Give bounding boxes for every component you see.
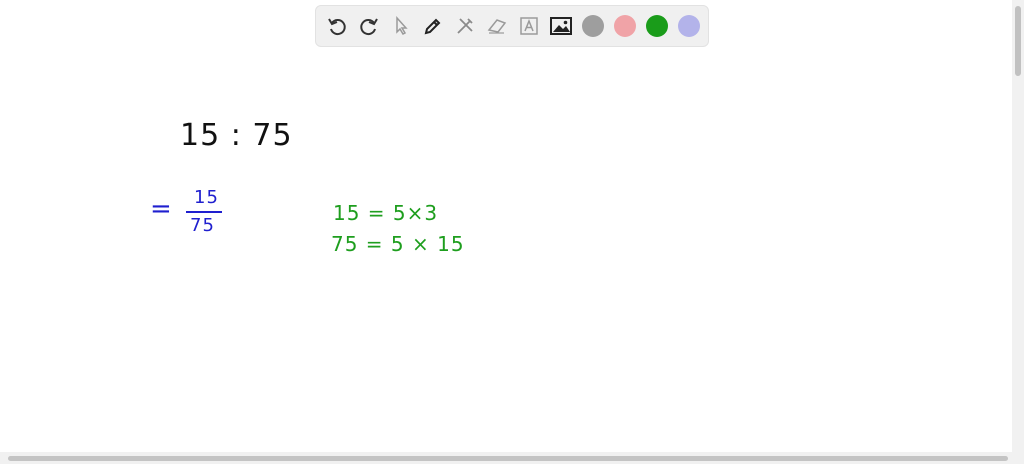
factor-line-75: 75 = 5 × 15 (331, 232, 465, 256)
ratio-expression: 15 : 75 (180, 118, 293, 153)
horizontal-scroll-thumb[interactable] (8, 456, 1008, 461)
factor-line-15: 15 = 5×3 (333, 201, 439, 225)
horizontal-scrollbar[interactable] (0, 452, 1024, 464)
fraction-denominator: 75 (190, 215, 215, 236)
fraction-numerator: 15 (194, 187, 219, 208)
vertical-scrollbar[interactable] (1012, 0, 1024, 452)
fraction-bar (186, 211, 222, 213)
equals-sign: = (150, 194, 173, 224)
whiteboard-canvas[interactable]: 15 : 75 = 15 75 15 = 5×3 75 = 5 × 15 (0, 0, 1012, 452)
vertical-scroll-thumb[interactable] (1015, 6, 1021, 76)
